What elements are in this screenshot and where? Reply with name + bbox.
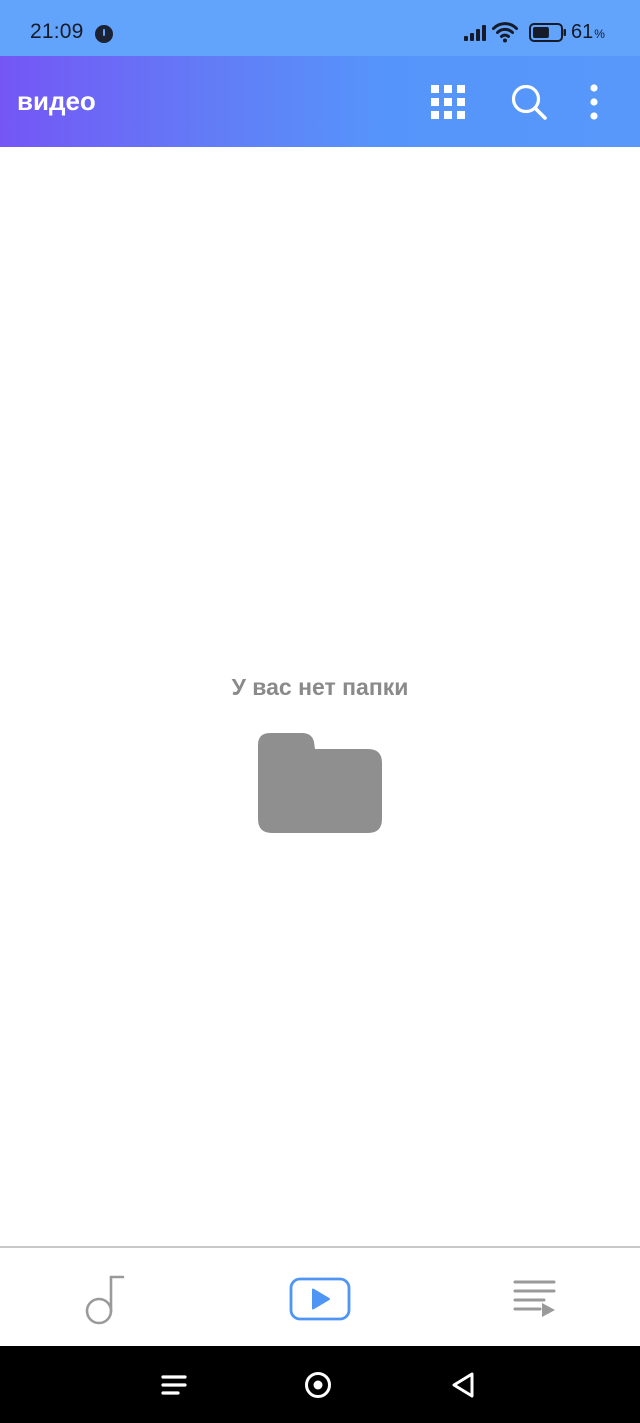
grid-view-button[interactable]: [422, 76, 474, 128]
app-bar: видео: [0, 56, 640, 147]
wifi-icon: [492, 22, 518, 43]
screen: 21:09 61% видео У вас нет папки: [0, 0, 640, 1423]
status-bar: 21:09 61%: [0, 0, 640, 56]
tab-playlist[interactable]: [500, 1268, 564, 1330]
page-title: видео: [17, 86, 96, 116]
menu-icon: [161, 1375, 187, 1395]
music-note-icon: [85, 1275, 125, 1325]
battery-icon: [529, 23, 566, 42]
empty-state-message: У вас нет папки: [231, 674, 409, 700]
search-button[interactable]: [503, 76, 555, 128]
video-play-icon: [289, 1277, 351, 1321]
alarm-icon: [95, 25, 113, 43]
more-options-button[interactable]: [568, 76, 620, 128]
system-back-button[interactable]: [441, 1363, 485, 1407]
system-menu-button[interactable]: [152, 1363, 196, 1407]
bottom-nav: [0, 1246, 640, 1346]
signal-icon: [464, 25, 486, 41]
folder-icon: [258, 733, 382, 833]
battery-percent: 61%: [571, 21, 605, 44]
status-time: 21:09: [30, 20, 84, 43]
tab-video[interactable]: [288, 1268, 352, 1330]
more-vertical-icon: [590, 84, 598, 120]
battery-unit: %: [594, 27, 605, 41]
search-icon: [511, 84, 547, 120]
tab-music[interactable]: [74, 1268, 138, 1330]
content-area: У вас нет папки: [0, 147, 640, 1246]
back-icon: [452, 1372, 474, 1398]
system-home-button[interactable]: [296, 1363, 340, 1407]
battery-number: 61: [571, 21, 594, 43]
system-nav-bar: [0, 1346, 640, 1423]
playlist-icon: [513, 1280, 556, 1317]
grid-icon: [431, 85, 465, 119]
home-icon: [305, 1372, 331, 1398]
